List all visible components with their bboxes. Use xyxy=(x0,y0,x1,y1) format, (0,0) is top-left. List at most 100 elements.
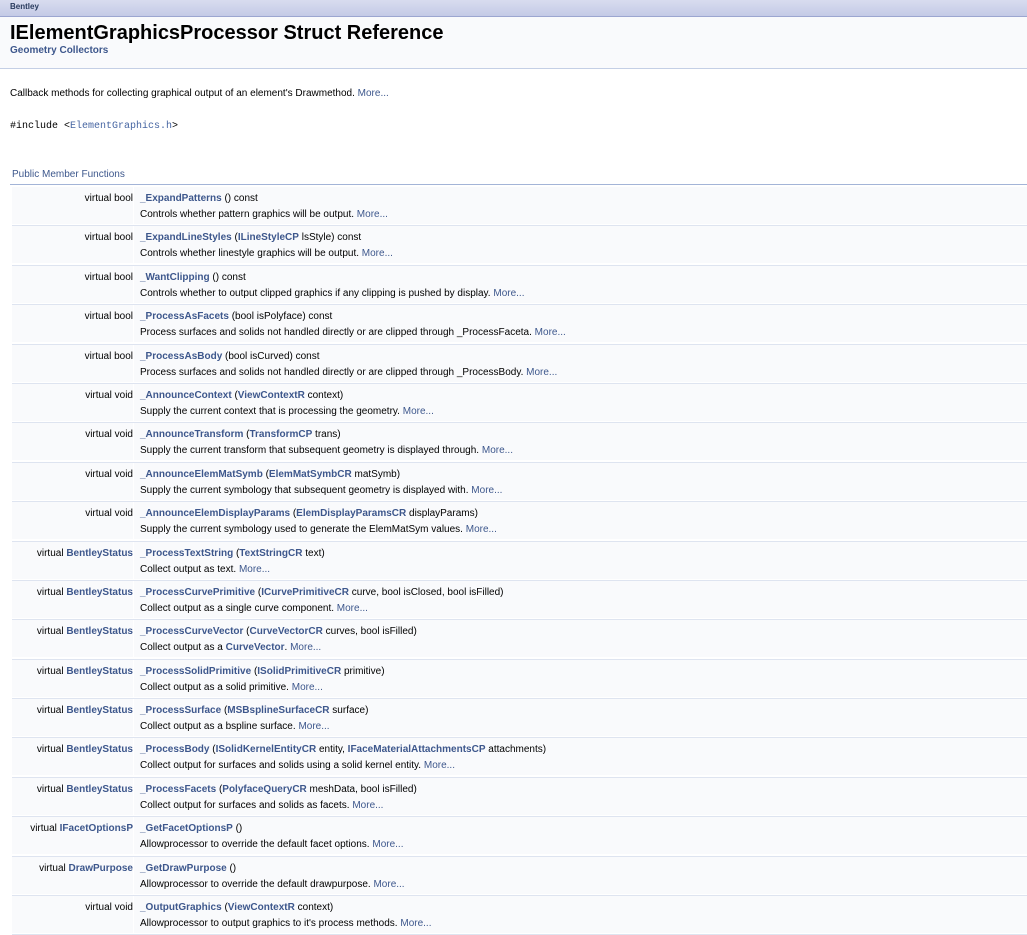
member-name-link[interactable]: _ExpandLineStyles xyxy=(140,232,232,243)
member-name-link[interactable]: _ProcessBody xyxy=(140,744,209,755)
more-link[interactable]: More... xyxy=(471,485,502,496)
section-title[interactable]: Public Member Functions xyxy=(12,169,125,180)
return-type-link[interactable]: IFacetOptionsP xyxy=(60,823,133,834)
return-type-link[interactable]: BentleyStatus xyxy=(66,548,133,559)
member-name-link[interactable]: _AnnounceElemDisplayParams xyxy=(140,508,290,519)
return-type-link[interactable]: BentleyStatus xyxy=(66,587,133,598)
group-link-geometry[interactable]: Geometry xyxy=(10,45,57,56)
member-signature: _ProcessAsBody (bool isCurved) const Proc… xyxy=(134,344,1027,382)
return-type-link[interactable]: BentleyStatus xyxy=(66,666,133,677)
member-name-link[interactable]: _ProcessSurface xyxy=(140,705,221,716)
param-type-link[interactable]: PolyfaceQueryCR xyxy=(222,784,306,795)
member-name-link[interactable]: _AnnounceTransform xyxy=(140,429,243,440)
section-divider xyxy=(10,184,1027,185)
member-return-type: virtual void xyxy=(12,896,133,934)
more-link[interactable]: More... xyxy=(466,524,497,535)
more-link[interactable]: More... xyxy=(482,445,513,456)
description-text: Collect output as a bspline surface. xyxy=(140,721,296,733)
description-link[interactable]: CurveVector xyxy=(226,642,285,653)
more-link[interactable]: More... xyxy=(292,682,323,693)
signature-line: _ProcessAsBody (bool isCurved) const xyxy=(140,351,1027,362)
return-type-link[interactable]: BentleyStatus xyxy=(66,744,133,755)
description-text: Collect output as a xyxy=(140,642,226,654)
param-type-link[interactable]: TextStringCR xyxy=(239,548,302,559)
more-link[interactable]: More... xyxy=(290,642,321,653)
member-name-link[interactable]: _ExpandPatterns xyxy=(140,193,222,204)
return-type-link[interactable]: BentleyStatus xyxy=(66,784,133,795)
param-type-link[interactable]: TransformCP xyxy=(249,429,312,440)
nav-item-bentley[interactable]: Bentley xyxy=(10,2,39,11)
member-description: Supply the current symbology that subseq… xyxy=(140,485,1027,496)
param-type-link[interactable]: MSBsplineSurfaceCR xyxy=(227,705,329,716)
member-name-link[interactable]: _ProcessFacets xyxy=(140,784,216,795)
param-type-link[interactable]: ILineStyleCP xyxy=(238,232,299,243)
more-link[interactable]: More... xyxy=(373,879,404,890)
member-row: virtual BentleyStatus _ProcessSolidPrimit… xyxy=(12,659,1027,700)
param-text: context) xyxy=(304,389,344,401)
member-return-type: virtual bool xyxy=(12,187,133,224)
member-table: virtual bool _ExpandPatterns () const Cont… xyxy=(12,187,1027,935)
param-text: text) xyxy=(302,547,325,559)
more-link[interactable]: More... xyxy=(239,564,270,575)
brief-more-link[interactable]: More... xyxy=(358,88,389,99)
more-link[interactable]: More... xyxy=(493,288,524,299)
member-name-link[interactable]: _ProcessCurveVector xyxy=(140,626,243,637)
param-text: (bool isCurved) const xyxy=(222,350,320,362)
member-name-link[interactable]: _AnnounceElemMatSymb xyxy=(140,469,263,480)
param-type-link[interactable]: ViewContextR xyxy=(238,390,305,401)
return-type-link[interactable]: DrawPurpose xyxy=(69,863,133,874)
member-description: Collect output as a single curve compone… xyxy=(140,603,1027,614)
include-file-link[interactable]: ElementGraphics.h xyxy=(70,121,172,132)
member-name-link[interactable]: _WantClipping xyxy=(140,272,210,283)
more-link[interactable]: More... xyxy=(357,209,388,220)
param-type-link[interactable]: IFaceMaterialAttachmentsCP xyxy=(348,744,486,755)
param-type-link[interactable]: CurveVectorCR xyxy=(250,626,323,637)
member-name-link[interactable]: _ProcessTextString xyxy=(140,548,233,559)
member-name-link[interactable]: _ProcessSolidPrimitive xyxy=(140,666,251,677)
return-type-link[interactable]: BentleyStatus xyxy=(66,705,133,716)
member-name-link[interactable]: _OutputGraphics xyxy=(140,902,222,913)
param-type-link[interactable]: ISolidPrimitiveCR xyxy=(257,666,341,677)
param-type-link[interactable]: ElemDisplayParamsCR xyxy=(296,508,406,519)
return-type-text: virtual xyxy=(36,783,67,795)
member-return-type: virtual BentleyStatus xyxy=(12,777,133,815)
param-text: () const xyxy=(221,193,258,204)
param-text: () xyxy=(232,823,243,835)
param-type-link[interactable]: ViewContextR xyxy=(228,902,295,913)
signature-line: _GetFacetOptionsP () xyxy=(140,823,1027,834)
param-text: curves, bool isFilled) xyxy=(322,626,417,638)
more-link[interactable]: More... xyxy=(337,603,368,614)
return-type-text: virtual void xyxy=(85,389,133,401)
return-type-link[interactable]: BentleyStatus xyxy=(66,626,133,637)
more-link[interactable]: More... xyxy=(424,760,455,771)
member-name-link[interactable]: _ProcessCurvePrimitive xyxy=(140,587,255,598)
member-name-link[interactable]: _ProcessAsBody xyxy=(140,351,222,362)
more-link[interactable]: More... xyxy=(362,248,393,259)
member-name-link[interactable]: _ProcessAsFacets xyxy=(140,311,229,322)
param-type-link[interactable]: ICurvePrimitiveCR xyxy=(261,587,349,598)
param-type-link[interactable]: ISolidKernelEntityCR xyxy=(216,744,317,755)
member-return-type: virtual bool xyxy=(12,305,133,343)
member-row: virtual BentleyStatus _ProcessFacets (Pol… xyxy=(12,777,1027,818)
member-signature: _AnnounceElemDisplayParams (ElemDisplayP… xyxy=(134,502,1027,540)
param-type-link[interactable]: ElemMatSymbCR xyxy=(269,469,352,480)
more-link[interactable]: More... xyxy=(372,839,403,850)
more-link[interactable]: More... xyxy=(403,406,434,417)
more-link[interactable]: More... xyxy=(298,721,329,732)
description-text: Collect output as a solid primitive. xyxy=(140,681,289,693)
return-type-text: virtual void xyxy=(85,468,133,480)
member-description: Controls whether linestyle graphics will… xyxy=(140,248,1027,259)
description-text: Controls whether to output clipped graph… xyxy=(140,287,491,299)
member-name-link[interactable]: _GetDrawPurpose xyxy=(140,863,227,874)
more-link[interactable]: More... xyxy=(352,800,383,811)
more-link[interactable]: More... xyxy=(535,327,566,338)
more-link[interactable]: More... xyxy=(526,367,557,378)
signature-line: _AnnounceTransform (TransformCP trans) xyxy=(140,429,1027,440)
member-description: Collect output for surfaces and solids u… xyxy=(140,760,1027,771)
group-link-collectors[interactable]: Collectors xyxy=(59,45,108,56)
more-link[interactable]: More... xyxy=(400,918,431,929)
param-text: trans) xyxy=(312,429,341,441)
member-name-link[interactable]: _AnnounceContext xyxy=(140,390,232,401)
member-name-link[interactable]: _GetFacetOptionsP xyxy=(140,823,233,834)
return-type-text: virtual xyxy=(36,626,67,638)
